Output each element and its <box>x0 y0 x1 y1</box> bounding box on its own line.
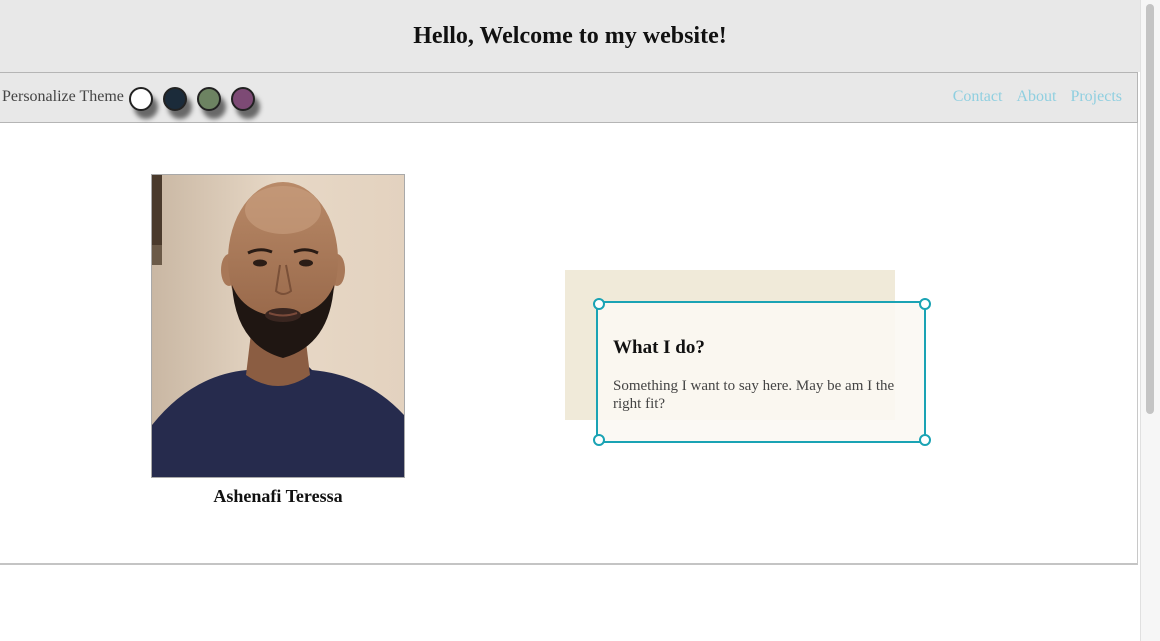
card-heading: What I do? <box>613 337 705 358</box>
theme-swatch-sage[interactable] <box>197 87 221 111</box>
navbar: Personalize Theme Contact About Projects <box>0 72 1138 123</box>
card-text: Something I want to say here. May be am … <box>613 378 895 412</box>
resize-handle-bottom-right[interactable] <box>919 434 931 446</box>
page-title: Hello, Welcome to my website! <box>413 22 727 49</box>
main-section: Ashenafi Teressa What I do? Something I … <box>0 123 1138 565</box>
nav-links: Contact About Projects <box>953 88 1122 106</box>
theme-swatch-navy[interactable] <box>163 87 187 111</box>
profile-name: Ashenafi Teressa <box>213 486 343 506</box>
site-header: Hello, Welcome to my website! <box>0 0 1140 72</box>
resize-handle-top-left[interactable] <box>593 298 605 310</box>
page: Hello, Welcome to my website! Personaliz… <box>0 0 1140 641</box>
resize-handle-top-right[interactable] <box>919 298 931 310</box>
portrait-photo <box>152 175 404 477</box>
theme-label: Personalize Theme <box>2 88 124 105</box>
nav-link-contact[interactable]: Contact <box>953 88 1003 106</box>
nav-link-projects[interactable]: Projects <box>1070 88 1122 106</box>
theme-swatch-plum[interactable] <box>231 87 255 111</box>
resize-handle-bottom-left[interactable] <box>593 434 605 446</box>
vertical-scrollbar[interactable] <box>1140 0 1160 641</box>
nav-link-about[interactable]: About <box>1016 88 1056 106</box>
profile-photo <box>151 174 405 478</box>
what-i-do-card[interactable]: What I do? Something I want to say here.… <box>593 298 931 446</box>
theme-swatch-white[interactable] <box>129 87 153 111</box>
scrollbar-thumb[interactable] <box>1146 4 1154 414</box>
